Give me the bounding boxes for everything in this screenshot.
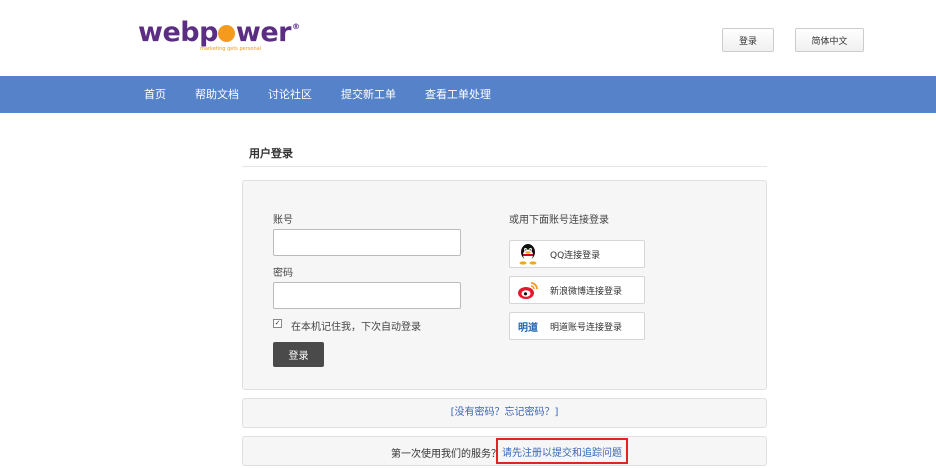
remember-me-checkbox[interactable]: ✓	[273, 319, 282, 328]
logo-tagline: marketing gets personal	[200, 46, 262, 52]
remember-me-label[interactable]: 在本机记住我，下次自动登录	[291, 318, 421, 333]
weibo-icon	[517, 279, 539, 301]
qq-login-button[interactable]: QQ连接登录	[509, 240, 645, 268]
account-label: 账号	[273, 215, 293, 226]
password-input[interactable]	[273, 282, 461, 309]
nav-item-home[interactable]: 首页	[144, 76, 166, 113]
title-divider	[242, 166, 767, 167]
register-prompt: 第一次使用我们的服务？	[391, 449, 501, 460]
top-header: webp wer ® marketing gets personal 登录 简体中文	[0, 0, 936, 76]
mingdao-icon-text: 明道	[518, 322, 538, 334]
language-selector-button[interactable]: 简体中文	[795, 28, 864, 52]
mingdao-login-label: 明道账号连接登录	[550, 322, 623, 333]
page-title: 用户登录	[249, 147, 293, 160]
weibo-login-label: 新浪微博连接登录	[550, 286, 623, 297]
logo-text-start: webp	[138, 17, 218, 48]
nav-item-view-tickets[interactable]: 查看工单处理	[425, 76, 491, 113]
main-nav: 首页 帮助文档 讨论社区 提交新工单 查看工单处理	[0, 76, 936, 113]
nav-item-community[interactable]: 讨论社区	[268, 76, 312, 113]
header-login-button[interactable]: 登录	[722, 28, 774, 52]
qq-login-label: QQ连接登录	[550, 250, 601, 261]
nav-item-help-docs[interactable]: 帮助文档	[195, 76, 239, 113]
webpower-logo[interactable]: webp wer ® marketing gets personal	[138, 19, 300, 55]
logo-registered-mark: ®	[292, 22, 300, 31]
login-submit-button[interactable]: 登录	[273, 342, 324, 367]
nav-item-submit-ticket[interactable]: 提交新工单	[341, 76, 396, 113]
forgot-password-link[interactable]: [没有密码？忘记密码？]	[451, 407, 559, 418]
social-login-heading: 或用下面账号连接登录	[509, 215, 609, 226]
account-input[interactable]	[273, 229, 461, 256]
password-label: 密码	[273, 268, 293, 279]
logo-text-end: wer	[235, 17, 292, 48]
qq-penguin-icon	[517, 243, 539, 265]
weibo-login-button[interactable]: 新浪微博连接登录	[509, 276, 645, 304]
mingdao-login-button[interactable]: 明道 明道账号连接登录	[509, 312, 645, 340]
register-link[interactable]: 请先注册以提交和追踪问题	[502, 444, 622, 459]
logo-o-circle-icon	[218, 25, 236, 42]
forgot-password-panel: [没有密码？忘记密码？]	[242, 398, 767, 428]
mingdao-icon: 明道	[517, 315, 539, 337]
